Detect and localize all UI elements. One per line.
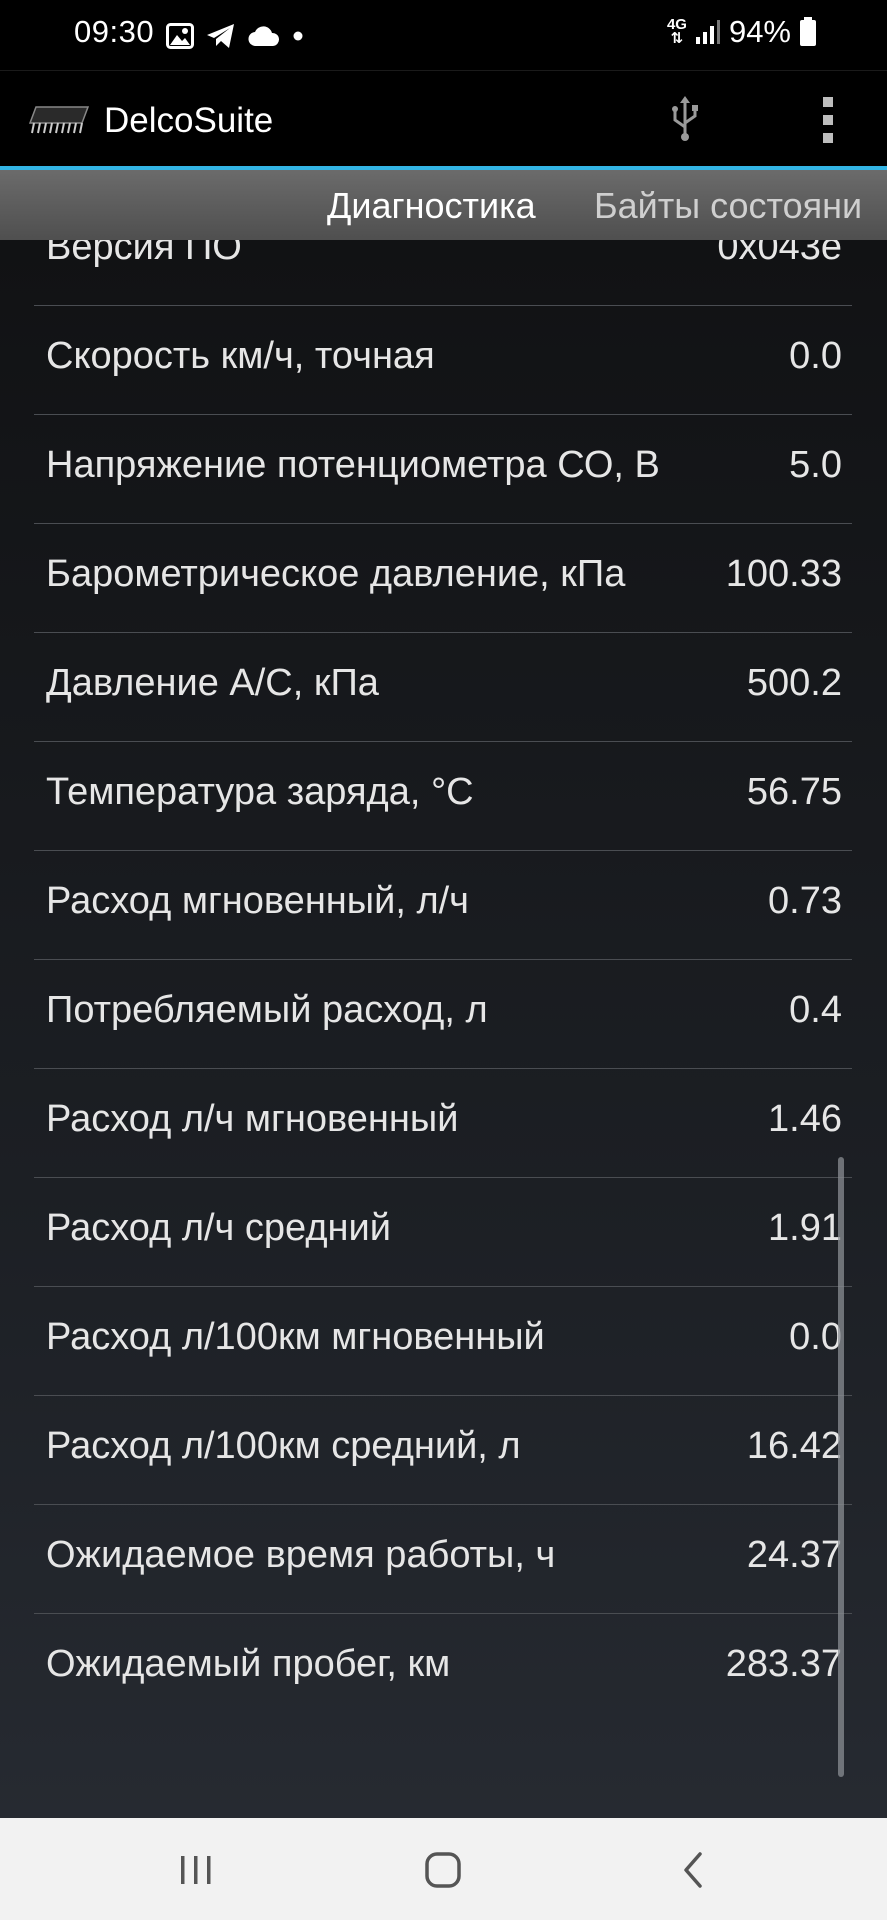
parameter-value: 5.0: [789, 444, 842, 486]
parameter-value: 0x043e: [717, 240, 842, 268]
signal-icon: [695, 20, 720, 44]
list-item: Потребляемый расход, л 0.4: [34, 959, 852, 1069]
tab-status-bytes[interactable]: Байты состояни: [594, 185, 862, 227]
parameter-value: 0.73: [768, 880, 842, 922]
parameter-value: 0.0: [789, 1316, 842, 1358]
parameter-label: Напряжение потенциометра СО, В: [46, 444, 660, 486]
scrollbar[interactable]: [838, 1157, 844, 1777]
list-item: Версия ПО 0x043e: [34, 240, 852, 306]
parameter-value: 100.33: [725, 553, 842, 595]
app-title: DelcoSuite: [104, 101, 274, 140]
recent-apps-icon[interactable]: [174, 1848, 218, 1892]
diagnostics-list[interactable]: Версия ПО 0x043e Скорость км/ч, точная 0…: [0, 240, 887, 1818]
list-item: Скорость км/ч, точная 0.0: [34, 305, 852, 415]
parameter-label: Давление A/C, кПа: [46, 662, 379, 704]
overflow-menu-icon[interactable]: [808, 93, 848, 147]
parameter-label: Расход мгновенный, л/ч: [46, 880, 469, 922]
parameter-label: Расход л/ч средний: [46, 1207, 391, 1249]
battery-icon: [800, 17, 816, 46]
notification-icons: [166, 20, 304, 52]
status-bar: 09:30 4G ⇅ 94%: [0, 0, 887, 70]
chip-logo-icon[interactable]: [26, 99, 94, 139]
tab-diagnostics[interactable]: Диагностика: [327, 185, 536, 227]
parameter-value: 16.42: [746, 1425, 842, 1467]
parameter-label: Расход л/ч мгновенный: [46, 1098, 459, 1140]
list-item: Ожидаемый пробег, км 283.37: [34, 1613, 852, 1722]
telegram-icon: [207, 24, 234, 48]
parameter-value: 56.75: [746, 771, 842, 813]
list-item: Напряжение потенциометра СО, В 5.0: [34, 414, 852, 524]
list-item: Температура заряда, °С 56.75: [34, 741, 852, 851]
app-bar: DelcoSuite: [0, 70, 887, 167]
gallery-icon: [166, 23, 194, 49]
status-right: 4G ⇅ 94%: [667, 14, 817, 50]
parameter-label: Потребляемый расход, л: [46, 989, 488, 1031]
parameter-label: Ожидаемое время работы, ч: [46, 1534, 556, 1576]
parameter-label: Расход л/100км мгновенный: [46, 1316, 545, 1358]
parameter-label: Расход л/100км средний, л: [46, 1425, 521, 1467]
back-icon[interactable]: [672, 1848, 716, 1892]
list-item: Расход л/ч мгновенный 1.46: [34, 1068, 852, 1178]
network-indicator: 4G ⇅: [667, 17, 687, 47]
app-screen: 09:30 4G ⇅ 94% DelcoSuite Диагностика Ба…: [0, 0, 887, 1920]
list-item: Ожидаемое время работы, ч 24.37: [34, 1504, 852, 1614]
parameter-value: 0.0: [789, 335, 842, 377]
parameter-label: Температура заряда, °С: [46, 771, 474, 813]
list-item: Расход л/ч средний 1.91: [34, 1177, 852, 1287]
tab-strip: Диагностика Байты состояни: [0, 170, 887, 240]
parameter-value: 24.37: [746, 1534, 842, 1576]
parameter-label: Версия ПО: [46, 240, 242, 268]
list-item: Давление A/C, кПа 500.2: [34, 632, 852, 742]
data-arrows-icon: ⇅: [670, 30, 684, 47]
parameter-value: 1.91: [768, 1207, 842, 1249]
list-item: Барометрическое давление, кПа 100.33: [34, 523, 852, 633]
battery-percent: 94%: [728, 14, 791, 49]
cloud-icon: [248, 26, 280, 47]
dot-icon: [293, 31, 303, 41]
parameter-value: 500.2: [746, 662, 842, 704]
parameter-label: Скорость км/ч, точная: [46, 335, 435, 377]
home-icon[interactable]: [422, 1848, 466, 1892]
list-item: Расход мгновенный, л/ч 0.73: [34, 850, 852, 960]
usb-icon[interactable]: [660, 93, 710, 143]
list-item: Расход л/100км мгновенный 0.0: [34, 1286, 852, 1396]
parameter-value: 1.46: [768, 1098, 842, 1140]
parameter-value: 283.37: [725, 1643, 842, 1685]
parameter-label: Барометрическое давление, кПа: [46, 553, 626, 595]
status-time: 09:30: [74, 14, 155, 49]
navigation-bar: [0, 1818, 887, 1920]
list-item: Расход л/100км средний, л 16.42: [34, 1395, 852, 1505]
parameter-value: 0.4: [789, 989, 842, 1031]
parameter-label: Ожидаемый пробег, км: [46, 1643, 451, 1685]
